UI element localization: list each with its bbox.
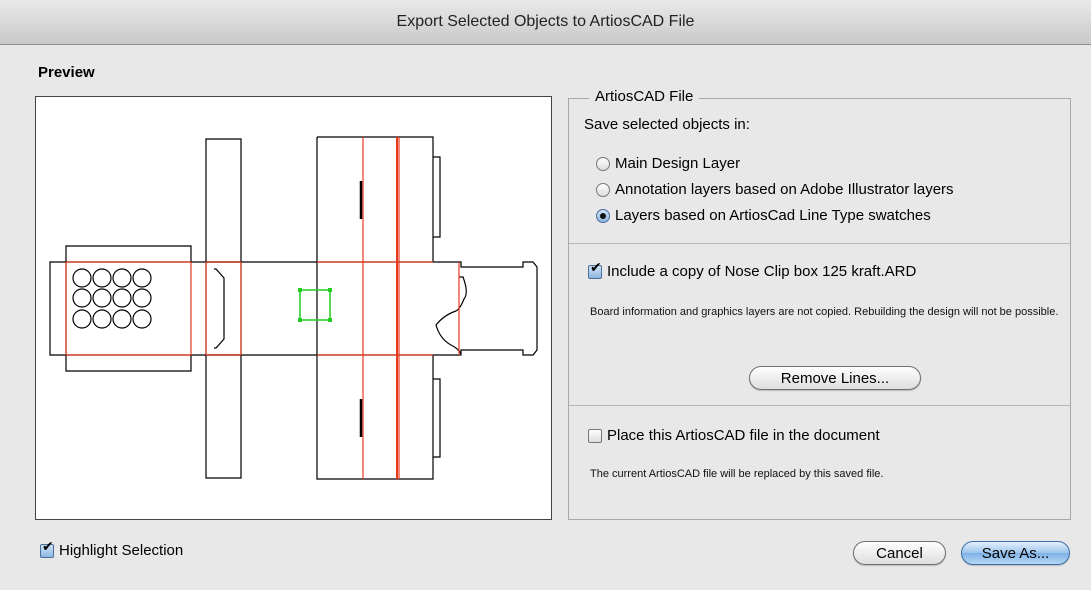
left-panel-right-edge: [191, 261, 207, 356]
checkbox-unchecked[interactable]: [588, 428, 602, 443]
save-in-label: Save selected objects in:: [584, 116, 750, 133]
place-file-checkbox[interactable]: Place this ArtiosCAD file in the documen…: [588, 427, 880, 444]
highlight-selection-checkbox[interactable]: Highlight Selection: [40, 542, 183, 559]
radio-line-type-layers[interactable]: Layers based on ArtiosCad Line Type swat…: [596, 207, 931, 224]
radio-annotation-layers[interactable]: Annotation layers based on Adobe Illustr…: [596, 181, 954, 198]
preview-canvas: [35, 96, 552, 520]
circle-cutouts: [72, 268, 152, 329]
cancel-button[interactable]: Cancel: [853, 541, 946, 565]
include-copy-checkbox[interactable]: Include a copy of Nose Clip box 125 kraf…: [588, 263, 916, 280]
checkbox-checked[interactable]: [588, 263, 602, 279]
upper-long-flap: [205, 138, 242, 263]
lower-right-panel: [316, 355, 434, 480]
selected-object: [298, 288, 332, 322]
separator: [569, 405, 1070, 406]
left-tuck: [49, 261, 67, 356]
place-file-note: The current ArtiosCAD file will be repla…: [590, 468, 884, 480]
separator: [569, 243, 1070, 244]
window-title: Export Selected Objects to ArtiosCAD Fil…: [396, 13, 695, 30]
radio-button-selected[interactable]: [596, 208, 610, 223]
include-copy-note: Board information and graphics layers ar…: [590, 306, 1059, 318]
title-bar: Export Selected Objects to ArtiosCAD Fil…: [0, 0, 1091, 45]
right-end-panel: [317, 261, 538, 356]
connector-notch: [214, 268, 225, 349]
left-bottom-flap: [65, 354, 192, 372]
remove-lines-button[interactable]: Remove Lines...: [749, 366, 921, 390]
radio-button[interactable]: [596, 182, 610, 197]
thumb-notch: [435, 276, 467, 355]
upper-right-panel: [317, 136, 434, 262]
left-top-flap: [65, 245, 192, 263]
preview-heading: Preview: [38, 64, 95, 81]
save-as-button[interactable]: Save As...: [961, 541, 1070, 565]
radio-button[interactable]: [596, 156, 610, 171]
crease-lines: [65, 137, 460, 479]
lower-long-flap: [205, 354, 242, 479]
center-panel: [241, 261, 318, 356]
checkbox-checked[interactable]: [40, 542, 54, 558]
dieline-drawing: [49, 136, 538, 480]
group-legend: ArtiosCAD File: [589, 88, 700, 105]
radio-main-design-layer[interactable]: Main Design Layer: [596, 155, 740, 172]
